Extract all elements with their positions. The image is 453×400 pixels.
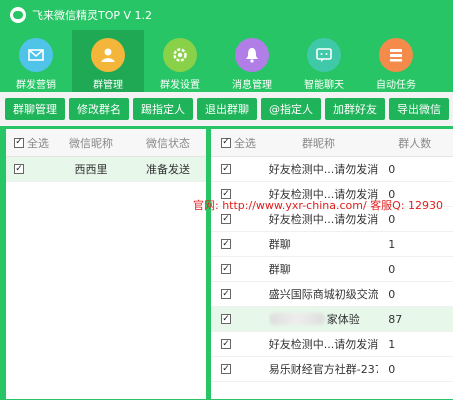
member-count: 0 bbox=[388, 287, 396, 301]
gear-icon bbox=[163, 38, 197, 72]
blurred-text bbox=[268, 313, 325, 325]
account-status: 准备发送 bbox=[146, 163, 190, 176]
table-row[interactable]: ✓ 家体验 87 bbox=[211, 307, 453, 332]
group-name: 群聊 bbox=[268, 238, 291, 251]
account-nickname: 西西里 bbox=[74, 163, 108, 176]
nav-label: 群发营销 bbox=[16, 80, 56, 91]
group-name: 好友检测中...请勿发消 bbox=[268, 163, 379, 176]
app-window: 飞来微信精灵TOP V 1.2 群发营销 群管理 群发设置 消息管理 智能聊天 … bbox=[0, 0, 453, 400]
title-bar: 飞来微信精灵TOP V 1.2 bbox=[0, 0, 453, 30]
group-name: 家体验 bbox=[326, 313, 360, 326]
member-count: 0 bbox=[388, 362, 396, 376]
group-name: 群聊 bbox=[268, 263, 291, 276]
nav-item-send-settings[interactable]: 群发设置 bbox=[144, 30, 216, 92]
app-title: 飞来微信精灵TOP V 1.2 bbox=[32, 9, 153, 22]
nav-item-mass-send[interactable]: 群发营销 bbox=[0, 30, 72, 92]
mail-icon bbox=[19, 38, 53, 72]
checkbox-icon[interactable]: ✓ bbox=[221, 289, 231, 299]
nav-item-group-manage[interactable]: 群管理 bbox=[72, 30, 144, 92]
checkbox-icon[interactable]: ✓ bbox=[221, 264, 231, 274]
nav-label: 智能聊天 bbox=[304, 80, 344, 91]
group-name: 易乐财经官方社群-237 bbox=[268, 363, 379, 376]
group-name: 盛兴国际商城初级交流 bbox=[268, 288, 379, 301]
group-name-cell: 家体验 bbox=[268, 307, 379, 331]
checkbox-icon[interactable]: ✓ bbox=[221, 314, 231, 324]
main-nav: 群发营销 群管理 群发设置 消息管理 智能聊天 自动任务 bbox=[0, 30, 453, 92]
table-row[interactable]: ✓ 群聊 0 bbox=[211, 257, 453, 282]
checkbox-icon[interactable]: ✓ bbox=[14, 164, 24, 174]
toolbar: 群聊管理 修改群名 踢指定人 退出群聊 @指定人 加群好友 导出微信 bbox=[0, 92, 453, 126]
table-row[interactable]: ✓ 群聊 1 bbox=[211, 232, 453, 257]
add-group-friends-button[interactable]: 加群好友 bbox=[325, 98, 385, 120]
nav-label: 群管理 bbox=[93, 80, 123, 91]
group-table: ✓ 全选 群昵称 群人数 ✓ 好友检测中...请勿发消 0 ✓ 好友检测中...… bbox=[210, 128, 453, 400]
nav-item-message-manage[interactable]: 消息管理 bbox=[216, 30, 288, 92]
rename-group-button[interactable]: 修改群名 bbox=[69, 98, 129, 120]
table-row[interactable]: ✓ 盛兴国际商城初级交流 0 bbox=[211, 282, 453, 307]
select-all-groups[interactable]: ✓ 全选 bbox=[211, 129, 259, 156]
group-chat-manage-button[interactable]: 群聊管理 bbox=[5, 98, 65, 120]
chat-icon bbox=[307, 38, 341, 72]
nav-label: 群发设置 bbox=[160, 80, 200, 91]
checkbox-icon[interactable]: ✓ bbox=[221, 214, 231, 224]
checkbox-icon[interactable]: ✓ bbox=[14, 137, 24, 148]
checkbox-icon[interactable]: ✓ bbox=[221, 364, 231, 374]
group-name-header[interactable]: 群昵称 bbox=[259, 129, 378, 156]
kick-member-button[interactable]: 踢指定人 bbox=[133, 98, 193, 120]
member-count: 0 bbox=[388, 162, 396, 176]
checkbox-icon[interactable]: ✓ bbox=[221, 137, 231, 148]
checkbox-icon[interactable]: ✓ bbox=[221, 164, 231, 174]
select-all-accounts[interactable]: ✓ 全选 bbox=[6, 129, 52, 156]
nav-label: 消息管理 bbox=[232, 80, 272, 91]
checkbox-icon[interactable]: ✓ bbox=[221, 239, 231, 249]
table-row[interactable]: ✓ 易乐财经官方社群-237 0 bbox=[211, 357, 453, 382]
mention-member-button[interactable]: @指定人 bbox=[261, 98, 321, 120]
group-name: 好友检测中...请勿发消 bbox=[268, 338, 379, 351]
exit-group-button[interactable]: 退出群聊 bbox=[197, 98, 257, 120]
table-row[interactable]: ✓ 好友检测中...请勿发消 1 bbox=[211, 332, 453, 357]
account-table: ✓ 全选 微信昵称 微信状态 ✓ 西西里 准备发送 bbox=[5, 128, 207, 400]
checkbox-icon[interactable]: ✓ bbox=[221, 339, 231, 349]
export-wechat-button[interactable]: 导出微信 bbox=[389, 98, 449, 120]
member-count: 1 bbox=[388, 337, 396, 351]
member-count-header[interactable]: 群人数 bbox=[378, 129, 453, 156]
bell-icon bbox=[235, 38, 269, 72]
table-row[interactable]: ✓ 西西里 准备发送 bbox=[6, 157, 206, 182]
nav-label: 自动任务 bbox=[376, 80, 416, 91]
user-icon bbox=[91, 38, 125, 72]
group-table-header: ✓ 全选 群昵称 群人数 bbox=[211, 129, 453, 157]
task-icon bbox=[379, 38, 413, 72]
table-row[interactable]: ✓ 好友检测中...请勿发消 0 bbox=[211, 157, 453, 182]
nav-item-auto-task[interactable]: 自动任务 bbox=[360, 30, 432, 92]
member-count: 1 bbox=[388, 237, 396, 251]
account-table-header: ✓ 全选 微信昵称 微信状态 bbox=[6, 129, 206, 157]
member-count: 0 bbox=[388, 262, 396, 276]
nav-item-smart-chat[interactable]: 智能聊天 bbox=[288, 30, 360, 92]
app-logo-icon bbox=[10, 7, 26, 23]
member-count: 87 bbox=[388, 312, 403, 326]
nickname-header[interactable]: 微信昵称 bbox=[52, 129, 130, 156]
status-header[interactable]: 微信状态 bbox=[130, 129, 206, 156]
website-watermark: 官网: http://www.yxr-china.com/ 客服Q: 12930 bbox=[193, 199, 444, 212]
